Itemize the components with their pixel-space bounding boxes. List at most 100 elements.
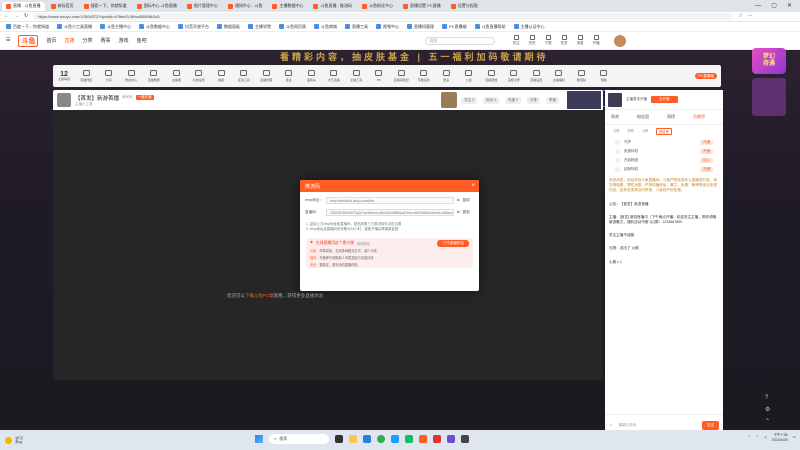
header-icon-4[interactable]: 消息 [577, 35, 584, 46]
side-promo-image[interactable] [752, 78, 786, 116]
header-icon-5[interactable]: 开播 [593, 35, 600, 46]
nav-games[interactable]: 游戏 [119, 37, 129, 44]
privilege-button[interactable]: 开通 [700, 167, 713, 172]
chat-fold-text[interactable]: 弹幕已关闭 [619, 423, 637, 428]
nav-events[interactable]: 赛事 [101, 37, 111, 44]
close-icon[interactable]: × [471, 183, 475, 189]
rank-tab[interactable]: 周榜 [667, 114, 675, 120]
nav-live[interactable]: 直播 [65, 37, 75, 44]
header-icon-1[interactable]: 历史 [529, 35, 536, 46]
chrome-icon[interactable] [377, 435, 385, 443]
notification-icon[interactable]: ▭ [793, 435, 796, 440]
rank-subtab[interactable]: 超级榜 [656, 128, 672, 135]
browser-tab[interactable]: 通知中心 - 斗鱼 [224, 2, 267, 11]
browser-tab[interactable]: 新标签页 [47, 2, 78, 11]
privilege-button[interactable]: 开通 [700, 140, 713, 145]
go-live-button[interactable]: 去开播 [651, 96, 678, 103]
rank-thumb[interactable] [608, 92, 622, 107]
bookmark-item[interactable]: 视频中心 [376, 24, 399, 30]
copy-icon[interactable]: ⧉ [457, 210, 460, 215]
bookmark-item[interactable]: 斗鱼小工具直播 [57, 24, 92, 30]
toolbar-item[interactable]: 公会 [458, 70, 481, 82]
open-companion-button[interactable]: 打开直播伴侣 [437, 239, 469, 247]
toolbar-item[interactable]: 连麦 [278, 70, 301, 82]
settings-icon[interactable]: ⚙ [765, 406, 770, 413]
toolbar-item[interactable]: 违规记录 [503, 70, 526, 82]
bookmark-item[interactable]: 斗鱼主播中心 [100, 24, 131, 30]
maximize-icon[interactable]: ▢ [771, 3, 777, 9]
rank-tab[interactable]: 贡献榜 [693, 114, 705, 120]
clock[interactable]: 下午7:36 2024/4/29 [772, 433, 788, 442]
rank-tab[interactable]: 贵宾 [611, 114, 619, 120]
rank-subtab[interactable]: 日榜 [613, 128, 619, 135]
minimize-icon[interactable]: — [755, 3, 761, 9]
room-stat[interactable]: 分享 [527, 96, 540, 104]
level-display[interactable]: 12 主播等级 [53, 71, 75, 81]
stream-key-field[interactable]: 12504573r6xSbTNg7d?wsSecret=a1b2c3d4e5f6… [326, 209, 454, 216]
toolbar-item[interactable]: 推流码 [570, 70, 593, 82]
bookmark-item[interactable]: 主播认证中心 [513, 24, 545, 30]
bookmark-item[interactable]: 数据面板 [217, 24, 240, 30]
nav-home[interactable]: 首页 [46, 37, 56, 44]
volume-icon[interactable]: ◁ [764, 435, 767, 440]
task-view-icon[interactable] [335, 435, 343, 443]
site-search-input[interactable]: 搜索 [424, 36, 495, 45]
side-promo[interactable]: 梦幻 奇遇 [752, 48, 786, 74]
weather-widget[interactable]: 19°C 多云 [0, 436, 23, 445]
windows-start-icon[interactable] [255, 435, 263, 443]
toolbar-item[interactable]: 更多 [435, 70, 458, 82]
forward-icon[interactable]: → [14, 14, 19, 19]
privilege-button[interactable]: 加入 [700, 158, 713, 163]
bookmark-item[interactable]: 百度一下，你就知道 [6, 24, 49, 30]
room-stat[interactable]: 举报 [546, 96, 559, 104]
header-icon-3[interactable]: 任务 [561, 35, 568, 46]
nav-yuba[interactable]: 鱼吧 [137, 37, 147, 44]
steam-icon[interactable] [391, 435, 399, 443]
room-stat[interactable]: 热度 0 [505, 96, 521, 104]
toolbar-item[interactable]: 主播工具 [345, 70, 368, 82]
back-icon[interactable]: ← [4, 14, 9, 19]
toolbar-item[interactable]: 直播设置 [525, 70, 548, 82]
room-tag[interactable]: 一键开播 [135, 95, 154, 100]
toolbar-item[interactable]: 主播课 [165, 70, 188, 82]
toolbar-item[interactable]: 直播伴侣 [75, 70, 98, 82]
help-icon[interactable]: ? [765, 395, 770, 401]
header-icon-2[interactable]: 下载 [545, 35, 552, 46]
toolbar-item[interactable]: 专属任务 [413, 70, 436, 82]
chevron-up-icon[interactable]: ⌃ [748, 435, 751, 440]
taskbar-search[interactable]: ⌕ 搜索 [269, 434, 329, 444]
browser-tab[interactable]: 主播数据中心 [268, 2, 307, 11]
wechat-icon[interactable] [405, 435, 413, 443]
bookmark-item[interactable]: 斗鱼商城 [314, 24, 337, 30]
toolbar-item[interactable]: 分享 [98, 70, 121, 82]
browser-tab[interactable]: 直播设置 PC直播 [399, 2, 445, 11]
douyu-icon[interactable] [419, 435, 427, 443]
toolbar-item[interactable]: 主播福利 [548, 70, 571, 82]
edge-icon[interactable] [363, 435, 371, 443]
terminal-icon[interactable] [461, 435, 469, 443]
browser-tab[interactable]: 直播 - 斗鱼直播 [2, 1, 45, 11]
star-icon[interactable]: ☆ [738, 14, 742, 19]
scroll-top-icon[interactable]: ⌃ [765, 418, 770, 425]
room-stat[interactable]: 关注 0 [461, 96, 478, 104]
browser-tab[interactable]: 搜索一下，你就知道 [80, 2, 131, 11]
copy-server-button[interactable]: 复制 [463, 198, 470, 203]
obs-icon[interactable] [433, 435, 441, 443]
nav-category[interactable]: 分类 [83, 37, 93, 44]
bookmark-item[interactable]: 斗鱼数据中心 [139, 24, 170, 30]
browser-tab[interactable]: 图片管理中心 [183, 2, 222, 11]
file-explorer-icon[interactable] [349, 435, 357, 443]
pc-live-badge[interactable]: PC直播端 [695, 72, 717, 80]
toolbar-item[interactable]: 直播管理 [255, 70, 278, 82]
rank-tab[interactable]: 粉丝团 [637, 114, 649, 120]
bookmark-item[interactable]: 斗鱼直播帮助 [474, 24, 506, 30]
copy-key-button[interactable]: 复制 [463, 210, 470, 215]
room-stat[interactable]: 粉丝 0 [483, 96, 500, 104]
toolbar-item[interactable]: 直播间装扮 [390, 70, 413, 82]
toolbar-item[interactable]: 直播数据 [143, 70, 166, 82]
rank-subtab[interactable]: 周榜 [627, 128, 633, 135]
toolbar-item[interactable]: 礼物设置 [188, 70, 211, 82]
header-icon-0[interactable]: 关注 [513, 35, 520, 46]
wifi-icon[interactable]: ◠ [756, 435, 759, 440]
bookmark-item[interactable]: 斗鱼网页版 [279, 24, 306, 30]
